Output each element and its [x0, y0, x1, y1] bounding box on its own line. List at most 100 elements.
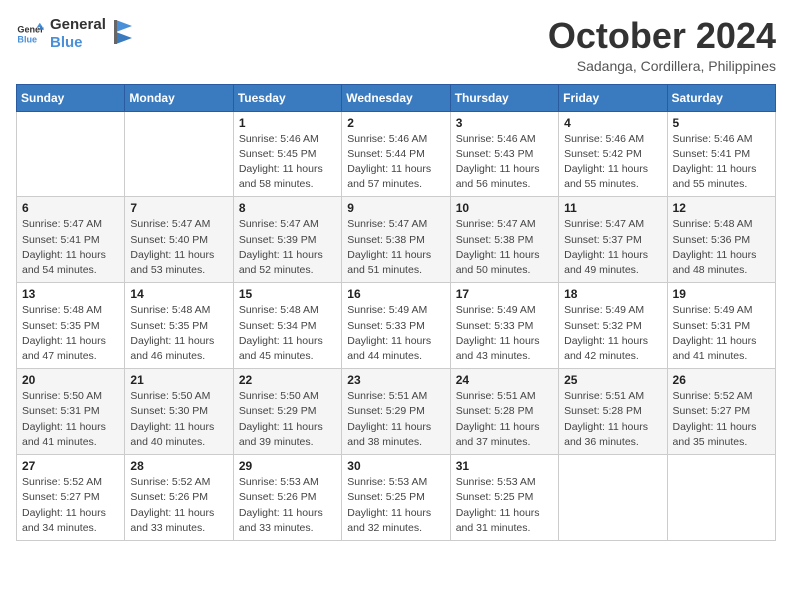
day-number: 20 — [22, 373, 119, 387]
day-info: Sunrise: 5:46 AMSunset: 5:43 PMDaylight:… — [456, 132, 553, 193]
week-row-2: 6Sunrise: 5:47 AMSunset: 5:41 PMDaylight… — [17, 197, 776, 283]
column-header-friday: Friday — [559, 84, 667, 111]
calendar-cell: 18 Sunrise: 5:49 AMSunset: 5:32 PMDayligh… — [559, 283, 667, 369]
day-number: 16 — [347, 287, 444, 301]
day-info: Sunrise: 5:50 AMSunset: 5:29 PMDaylight:… — [239, 389, 336, 450]
day-info: Sunrise: 5:48 AMSunset: 5:35 PMDaylight:… — [22, 303, 119, 364]
day-number: 6 — [22, 201, 119, 215]
calendar-cell: 24 Sunrise: 5:51 AMSunset: 5:28 PMDayligh… — [450, 369, 558, 455]
day-number: 12 — [673, 201, 770, 215]
page-subtitle: Sadanga, Cordillera, Philippines — [548, 58, 776, 74]
logo-flag-icon — [112, 18, 134, 46]
day-info: Sunrise: 5:51 AMSunset: 5:28 PMDaylight:… — [456, 389, 553, 450]
day-number: 10 — [456, 201, 553, 215]
calendar-table: SundayMondayTuesdayWednesdayThursdayFrid… — [16, 84, 776, 541]
logo-text-general: General — [50, 16, 106, 34]
day-info: Sunrise: 5:52 AMSunset: 5:26 PMDaylight:… — [130, 475, 227, 536]
day-number: 11 — [564, 201, 661, 215]
day-info: Sunrise: 5:49 AMSunset: 5:33 PMDaylight:… — [347, 303, 444, 364]
day-number: 9 — [347, 201, 444, 215]
day-info: Sunrise: 5:53 AMSunset: 5:25 PMDaylight:… — [456, 475, 553, 536]
calendar-cell — [667, 455, 775, 541]
page-title: October 2024 — [548, 16, 776, 56]
day-info: Sunrise: 5:49 AMSunset: 5:32 PMDaylight:… — [564, 303, 661, 364]
calendar-cell — [17, 111, 125, 197]
calendar-cell: 31 Sunrise: 5:53 AMSunset: 5:25 PMDayligh… — [450, 455, 558, 541]
day-info: Sunrise: 5:51 AMSunset: 5:28 PMDaylight:… — [564, 389, 661, 450]
calendar-cell: 16 Sunrise: 5:49 AMSunset: 5:33 PMDayligh… — [342, 283, 450, 369]
day-info: Sunrise: 5:49 AMSunset: 5:31 PMDaylight:… — [673, 303, 770, 364]
column-header-thursday: Thursday — [450, 84, 558, 111]
calendar-cell: 7 Sunrise: 5:47 AMSunset: 5:40 PMDaylight… — [125, 197, 233, 283]
calendar-cell: 30Sunrise: 5:53 AMSunset: 5:25 PMDayligh… — [342, 455, 450, 541]
day-number: 7 — [130, 201, 227, 215]
day-number: 21 — [130, 373, 227, 387]
day-number: 18 — [564, 287, 661, 301]
day-info: Sunrise: 5:47 AMSunset: 5:40 PMDaylight:… — [130, 217, 227, 278]
day-number: 15 — [239, 287, 336, 301]
day-number: 25 — [564, 373, 661, 387]
column-header-tuesday: Tuesday — [233, 84, 341, 111]
day-number: 31 — [456, 459, 553, 473]
calendar-cell: 22 Sunrise: 5:50 AMSunset: 5:29 PMDayligh… — [233, 369, 341, 455]
column-header-sunday: Sunday — [17, 84, 125, 111]
day-number: 28 — [130, 459, 227, 473]
day-number: 1 — [239, 116, 336, 130]
calendar-cell: 4Sunrise: 5:46 AMSunset: 5:42 PMDaylight… — [559, 111, 667, 197]
page-header: General Blue General Blue October 2024 S… — [16, 16, 776, 74]
day-number: 13 — [22, 287, 119, 301]
day-info: Sunrise: 5:46 AMSunset: 5:42 PMDaylight:… — [564, 132, 661, 193]
calendar-cell: 11Sunrise: 5:47 AMSunset: 5:37 PMDayligh… — [559, 197, 667, 283]
day-info: Sunrise: 5:47 AMSunset: 5:38 PMDaylight:… — [456, 217, 553, 278]
calendar-cell: 12 Sunrise: 5:48 AMSunset: 5:36 PMDayligh… — [667, 197, 775, 283]
day-info: Sunrise: 5:52 AMSunset: 5:27 PMDaylight:… — [673, 389, 770, 450]
calendar-cell: 20Sunrise: 5:50 AMSunset: 5:31 PMDayligh… — [17, 369, 125, 455]
day-info: Sunrise: 5:51 AMSunset: 5:29 PMDaylight:… — [347, 389, 444, 450]
calendar-cell: 29Sunrise: 5:53 AMSunset: 5:26 PMDayligh… — [233, 455, 341, 541]
day-number: 2 — [347, 116, 444, 130]
logo-icon: General Blue — [16, 20, 44, 48]
logo: General Blue General Blue — [16, 16, 134, 52]
column-header-saturday: Saturday — [667, 84, 775, 111]
calendar-cell: 10 Sunrise: 5:47 AMSunset: 5:38 PMDayligh… — [450, 197, 558, 283]
day-info: Sunrise: 5:46 AMSunset: 5:45 PMDaylight:… — [239, 132, 336, 193]
day-number: 29 — [239, 459, 336, 473]
calendar-cell: 6Sunrise: 5:47 AMSunset: 5:41 PMDaylight… — [17, 197, 125, 283]
day-number: 5 — [673, 116, 770, 130]
day-number: 22 — [239, 373, 336, 387]
title-block: October 2024 Sadanga, Cordillera, Philip… — [548, 16, 776, 74]
calendar-cell: 5 Sunrise: 5:46 AMSunset: 5:41 PMDaylight… — [667, 111, 775, 197]
calendar-cell: 15 Sunrise: 5:48 AMSunset: 5:34 PMDayligh… — [233, 283, 341, 369]
day-number: 14 — [130, 287, 227, 301]
day-number: 24 — [456, 373, 553, 387]
day-info: Sunrise: 5:48 AMSunset: 5:36 PMDaylight:… — [673, 217, 770, 278]
day-info: Sunrise: 5:48 AMSunset: 5:34 PMDaylight:… — [239, 303, 336, 364]
day-number: 30 — [347, 459, 444, 473]
calendar-cell: 8 Sunrise: 5:47 AMSunset: 5:39 PMDaylight… — [233, 197, 341, 283]
day-number: 3 — [456, 116, 553, 130]
week-row-4: 20Sunrise: 5:50 AMSunset: 5:31 PMDayligh… — [17, 369, 776, 455]
calendar-cell: 17 Sunrise: 5:49 AMSunset: 5:33 PMDayligh… — [450, 283, 558, 369]
day-info: Sunrise: 5:47 AMSunset: 5:38 PMDaylight:… — [347, 217, 444, 278]
calendar-cell: 21 Sunrise: 5:50 AMSunset: 5:30 PMDayligh… — [125, 369, 233, 455]
day-info: Sunrise: 5:46 AMSunset: 5:41 PMDaylight:… — [673, 132, 770, 193]
calendar-cell — [559, 455, 667, 541]
week-row-1: 1 Sunrise: 5:46 AMSunset: 5:45 PMDaylight… — [17, 111, 776, 197]
day-info: Sunrise: 5:52 AMSunset: 5:27 PMDaylight:… — [22, 475, 119, 536]
day-number: 8 — [239, 201, 336, 215]
day-info: Sunrise: 5:46 AMSunset: 5:44 PMDaylight:… — [347, 132, 444, 193]
calendar-cell — [125, 111, 233, 197]
day-info: Sunrise: 5:47 AMSunset: 5:39 PMDaylight:… — [239, 217, 336, 278]
calendar-cell: 1 Sunrise: 5:46 AMSunset: 5:45 PMDaylight… — [233, 111, 341, 197]
calendar-cell: 27Sunrise: 5:52 AMSunset: 5:27 PMDayligh… — [17, 455, 125, 541]
day-number: 23 — [347, 373, 444, 387]
calendar-cell: 13 Sunrise: 5:48 AMSunset: 5:35 PMDayligh… — [17, 283, 125, 369]
day-info: Sunrise: 5:50 AMSunset: 5:30 PMDaylight:… — [130, 389, 227, 450]
day-info: Sunrise: 5:48 AMSunset: 5:35 PMDaylight:… — [130, 303, 227, 364]
calendar-cell: 9 Sunrise: 5:47 AMSunset: 5:38 PMDaylight… — [342, 197, 450, 283]
day-number: 17 — [456, 287, 553, 301]
day-info: Sunrise: 5:49 AMSunset: 5:33 PMDaylight:… — [456, 303, 553, 364]
logo-text-blue: Blue — [50, 34, 106, 52]
svg-text:Blue: Blue — [17, 34, 37, 44]
calendar-cell: 14 Sunrise: 5:48 AMSunset: 5:35 PMDayligh… — [125, 283, 233, 369]
